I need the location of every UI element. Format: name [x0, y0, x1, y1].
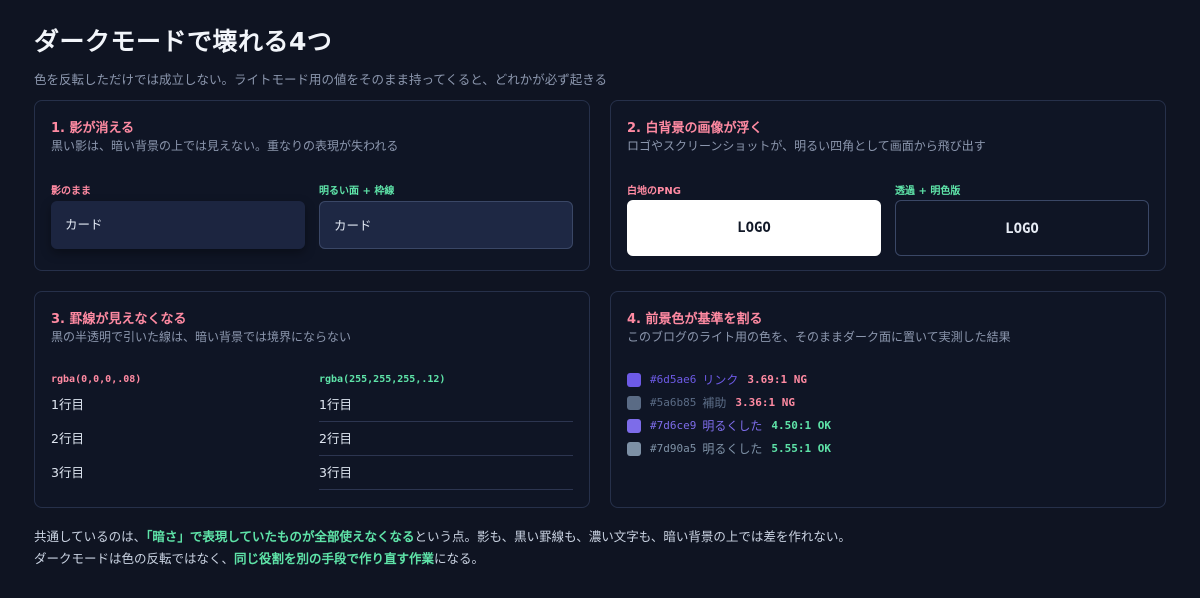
table-row: 2行目: [51, 431, 84, 446]
logo-transparent: LOGO: [895, 200, 1149, 256]
contrast-ratio: 4.50:1 OK: [771, 419, 831, 432]
color-list: #6d5ae6 リンク 3.69:1 NG #5a6b85 補助 3.36:1 NG #7d…: [627, 368, 831, 460]
color-hex: #5a6b85: [650, 396, 697, 409]
example-label-good: 明るい面 + 枠線: [319, 186, 395, 197]
card-border-example: カード: [319, 201, 573, 249]
color-name: 補助: [702, 396, 727, 410]
panel-description: このブログのライト用の色を、そのままダーク面に置いて実測した結果: [627, 330, 1011, 344]
footer-text: という点。影も、黒い罫線も、濃い文字も、暗い背景の上では差を作れない。: [414, 529, 851, 544]
table-row: 3行目: [319, 456, 573, 490]
panel-title: 1. 影が消える: [51, 121, 135, 136]
panel-description: 黒い影は、暗い背景の上では見えない。重なりの表現が失われる: [51, 139, 399, 153]
panel-title: 2. 白背景の画像が浮く: [627, 121, 763, 136]
panel-shadow: 1. 影が消える 黒い影は、暗い背景の上では見えない。重なりの表現が失われる 影…: [34, 100, 590, 271]
example-label-bad: 白地のPNG: [627, 186, 681, 197]
example-label-good: 透過 + 明色版: [895, 186, 961, 197]
panel-description: 黒の半透明で引いた線は、暗い背景では境界にならない: [51, 330, 352, 344]
color-name: 明るくした: [702, 419, 763, 433]
panel-title: 3. 罫線が見えなくなる: [51, 312, 187, 327]
color-item: #7d90a5 明るくした 5.55:1 OK: [627, 437, 831, 460]
logo-white-png: LOGO: [627, 200, 881, 256]
footer-line: 共通しているのは、「暗さ」で表現していたものが全部使えなくなるという点。影も、黒…: [34, 526, 851, 548]
footer-text: 共通しているのは、: [34, 529, 147, 544]
page-title: ダークモードで壊れる4つ: [34, 27, 333, 56]
table-row: 1行目: [319, 388, 573, 422]
panel-image: 2. 白背景の画像が浮く ロゴやスクリーンショットが、明るい四角として画面から飛…: [610, 100, 1166, 271]
footer-text: になる。: [434, 551, 485, 566]
color-item: #7d6ce9 明るくした 4.50:1 OK: [627, 414, 831, 437]
color-swatch: [627, 418, 641, 433]
footer-summary: 共通しているのは、「暗さ」で表現していたものが全部使えなくなるという点。影も、黒…: [34, 526, 851, 570]
card-shadow-example: カード: [51, 201, 305, 249]
color-swatch: [627, 395, 641, 410]
footer-highlight: 「暗さ」で表現していたものが全部使えなくなる: [146, 529, 415, 544]
footer-highlight: 同じ役割を別の手段で作り直す作業: [234, 551, 435, 566]
page-header: ダークモードで壊れる4つ 色を反転しただけでは成立しない。ライトモード用の値をそ…: [34, 22, 607, 88]
color-hex: #7d90a5: [650, 442, 697, 455]
color-hex: #7d6ce9: [650, 419, 697, 432]
example-label-bad: 影のまま: [51, 186, 91, 197]
table-row: 1行目: [51, 397, 84, 412]
color-name: 明るくした: [702, 442, 763, 456]
footer-line: ダークモードは色の反転ではなく、同じ役割を別の手段で作り直す作業になる。: [34, 548, 851, 570]
contrast-ratio: 3.69:1 NG: [747, 373, 807, 386]
panel-description: ロゴやスクリーンショットが、明るい四角として画面から飛び出す: [627, 139, 986, 153]
color-item: #6d5ae6 リンク 3.69:1 NG: [627, 368, 831, 391]
panel-title: 4. 前景色が基準を割る: [627, 312, 763, 327]
color-swatch: [627, 372, 641, 387]
contrast-ratio: 3.36:1 NG: [735, 396, 795, 409]
page-subtitle: 色を反転しただけでは成立しない。ライトモード用の値をそのまま持ってくると、どれか…: [34, 72, 608, 87]
panel-borders: 3. 罫線が見えなくなる 黒の半透明で引いた線は、暗い背景では境界にならない r…: [34, 291, 590, 508]
color-swatch: [627, 441, 641, 456]
color-item: #5a6b85 補助 3.36:1 NG: [627, 391, 831, 414]
panel-contrast: 4. 前景色が基準を割る このブログのライト用の色を、そのままダーク面に置いて実…: [610, 291, 1166, 508]
footer-text: ダークモードは色の反転ではなく、: [34, 551, 235, 566]
table-row: 2行目: [319, 422, 573, 456]
color-name: リンク: [702, 373, 739, 387]
example-label-bad: rgba(0,0,0,.08): [51, 374, 142, 385]
rows-light-border: 1行目 2行目 3行目: [319, 388, 573, 490]
table-row: 3行目: [51, 465, 84, 480]
rows-dark-border: 1行目 2行目 3行目: [51, 388, 305, 490]
contrast-ratio: 5.55:1 OK: [771, 442, 831, 455]
color-hex: #6d5ae6: [650, 373, 697, 386]
example-label-good: rgba(255,255,255,.12): [319, 374, 446, 385]
